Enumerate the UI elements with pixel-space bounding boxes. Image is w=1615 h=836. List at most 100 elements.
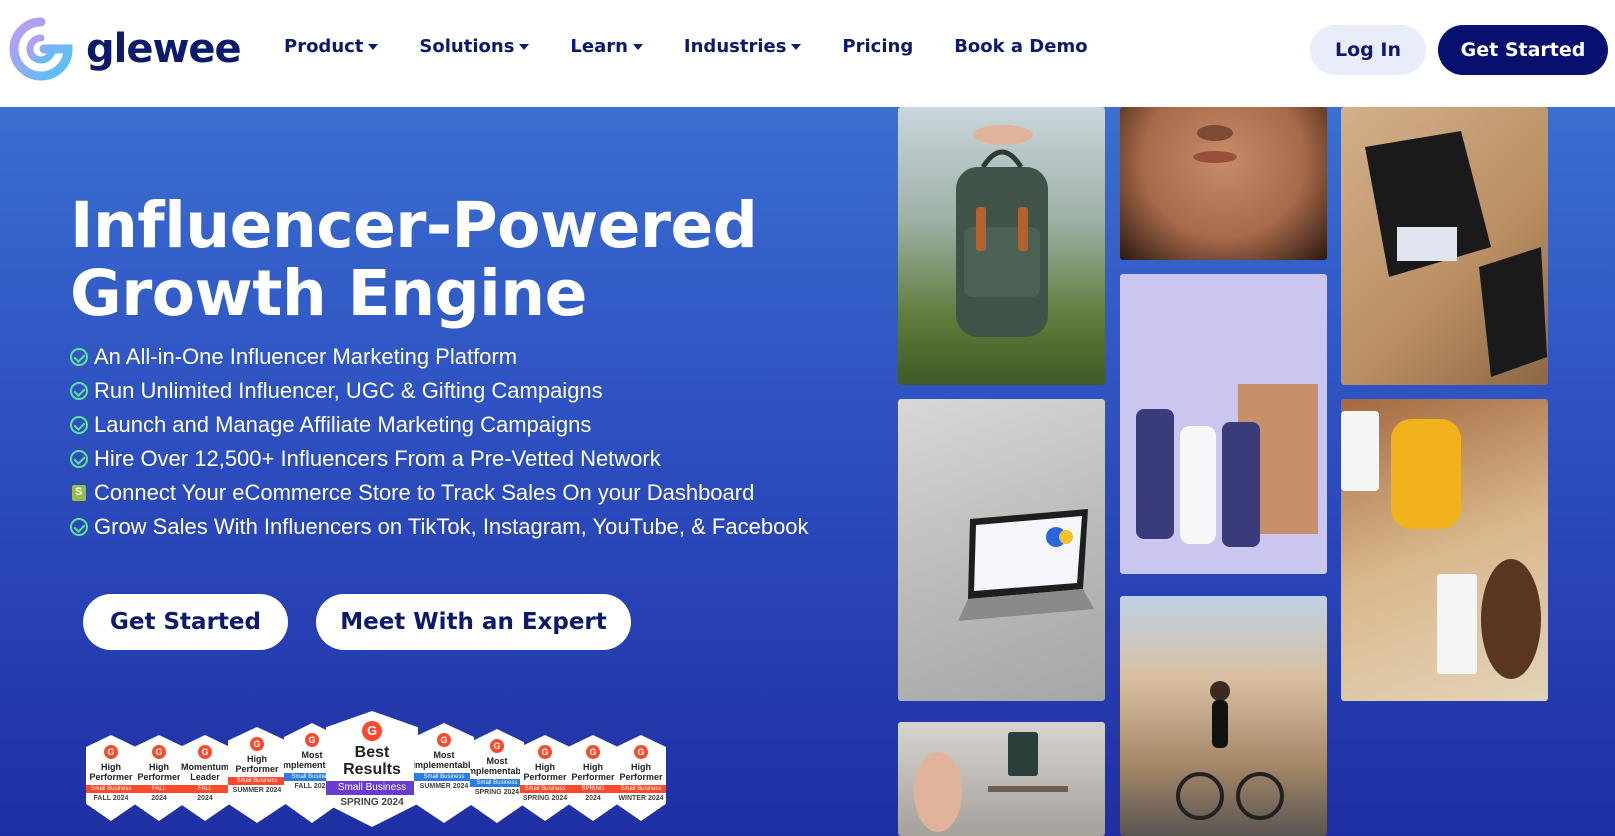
check-circle-icon <box>70 450 88 468</box>
feature-item: Run Unlimited Influencer, UGC & Gifting … <box>70 374 809 408</box>
top-nav: glewee Product Solutions Learn Industrie… <box>0 0 1615 107</box>
g2-logo-icon: G <box>362 721 382 741</box>
check-circle-icon <box>70 348 88 366</box>
g2-badge: G High Performer FALL 2024 <box>134 735 184 821</box>
g2-logo-icon: G <box>104 745 118 759</box>
nav-item-label: Solutions <box>419 36 515 57</box>
g2-badge: G High Performer Small Business SUMMER 2… <box>228 727 286 823</box>
g2-logo-icon: G <box>437 733 451 747</box>
photo-athlete <box>1341 399 1548 701</box>
g2-logo-icon: G <box>634 745 648 759</box>
g2-logo-icon: G <box>198 745 212 759</box>
chevron-down-icon <box>791 43 802 50</box>
badge-season: 2024 <box>151 795 167 802</box>
g2-logo-icon: G <box>538 745 552 759</box>
photo-laptop <box>898 399 1105 701</box>
g2-logo-icon: G <box>490 739 504 753</box>
nav-item-label: Learn <box>570 36 628 57</box>
brand-name: glewee <box>86 26 242 72</box>
nav-item-product[interactable]: Product <box>284 36 379 57</box>
feature-item: Launch and Manage Affiliate Marketing Ca… <box>70 408 809 442</box>
laptop-illustration <box>958 509 1094 621</box>
feature-item: An All-in-One Influencer Marketing Platf… <box>70 340 809 374</box>
badge-season: SUMMER 2024 <box>232 787 282 794</box>
g2-logo-icon: G <box>250 737 264 751</box>
glewee-logo-icon <box>9 17 73 81</box>
g2-badge: G Most Implementable Small Business SPRI… <box>470 729 524 823</box>
nav-item-pricing[interactable]: Pricing <box>842 36 913 57</box>
badge-season: SPRING 2024 <box>474 789 520 796</box>
feature-item: Grow Sales With Influencers on TikTok, I… <box>70 510 809 544</box>
g2-logo-icon: G <box>586 745 600 759</box>
badge-title: Momentum Leader <box>181 762 229 782</box>
photo-backpack <box>898 107 1105 385</box>
g2-badge: G Most Implementable Small Business SUMM… <box>414 723 474 823</box>
feature-item: Connect Your eCommerce Store to Track Sa… <box>70 476 809 510</box>
nav-item-label: Book a Demo <box>954 36 1088 57</box>
badge-stripe: FALL <box>134 785 184 793</box>
badge-stripe: Small Business <box>414 773 474 781</box>
shopify-bag-icon <box>72 485 86 501</box>
login-button[interactable]: Log In <box>1310 25 1426 75</box>
feature-text: Launch and Manage Affiliate Marketing Ca… <box>94 412 592 437</box>
hero-section: Influencer-Powered Growth Engine An All-… <box>0 107 1615 836</box>
hero-get-started-button[interactable]: Get Started <box>83 594 288 650</box>
chevron-down-icon <box>519 43 530 50</box>
feature-item: Hire Over 12,500+ Influencers From a Pre… <box>70 442 809 476</box>
badge-title: High Performer <box>523 762 567 782</box>
check-circle-icon <box>70 518 88 536</box>
g2-badge: G High Performer Small Business FALL 202… <box>86 735 136 821</box>
main-menu: Product Solutions Learn Industries Prici… <box>284 36 1129 57</box>
g2-badge: G High Performer Small Business SPRING 2… <box>520 735 570 821</box>
chevron-down-icon <box>632 43 643 50</box>
nav-item-label: Product <box>284 36 364 57</box>
coffee-illustration <box>914 732 1068 832</box>
g2-badge: G High Performer SPRING 2024 <box>568 735 618 821</box>
badge-title: High Performer <box>619 762 663 782</box>
badge-stripe: Small Business <box>470 779 524 787</box>
badge-title: Most Implementable <box>465 756 529 776</box>
photo-skin <box>1120 107 1327 260</box>
badge-season: FALL 2024 <box>93 795 129 802</box>
g2-logo-icon: G <box>305 733 319 747</box>
photo-skincare <box>1120 274 1327 574</box>
badge-stripe: FALL <box>180 785 230 793</box>
badge-season: SUMMER 2024 <box>419 783 469 790</box>
badge-stripe: Small Business <box>86 785 136 793</box>
badge-season: SPRING 2024 <box>340 797 404 808</box>
headline-line-1: Influencer-Powered <box>70 189 758 262</box>
face-illustration <box>1193 125 1237 163</box>
feature-text: Run Unlimited Influencer, UGC & Gifting … <box>94 378 603 403</box>
badge-title: Most Implementable <box>412 750 476 770</box>
badge-season: SPRING 2024 <box>522 795 568 802</box>
chevron-down-icon <box>368 43 379 50</box>
badge-season: 2024 <box>197 795 213 802</box>
feature-list: An All-in-One Influencer Marketing Platf… <box>70 340 809 544</box>
nav-get-started-button[interactable]: Get Started <box>1438 25 1608 75</box>
badge-title: High Performer <box>89 762 133 782</box>
nav-item-label: Industries <box>683 36 787 57</box>
logo[interactable]: glewee <box>8 16 242 82</box>
skincare-illustration <box>1136 384 1318 547</box>
nav-item-learn[interactable]: Learn <box>570 36 643 57</box>
badge-title: High Performer <box>235 754 279 774</box>
badge-title: Best Results <box>343 744 401 778</box>
backpack-illustration <box>956 125 1048 337</box>
badge-stripe: Small Business <box>520 785 570 793</box>
feature-text: Grow Sales With Influencers on TikTok, I… <box>94 514 809 539</box>
badge-title: High Performer <box>571 762 615 782</box>
nav-item-solutions[interactable]: Solutions <box>419 36 530 57</box>
nav-item-label: Pricing <box>842 36 914 57</box>
headline-line-2: Growth Engine <box>70 257 587 330</box>
g2-badge: G High Performer Small Business WINTER 2… <box>616 735 666 821</box>
photo-cyclist <box>1120 596 1327 836</box>
box-illustration <box>1365 131 1547 377</box>
photo-box <box>1341 107 1548 385</box>
check-circle-icon <box>70 382 88 400</box>
meet-expert-button[interactable]: Meet With an Expert <box>316 594 631 650</box>
nav-item-book-demo[interactable]: Book a Demo <box>954 36 1087 57</box>
badge-season: WINTER 2024 <box>618 795 664 802</box>
nav-item-industries[interactable]: Industries <box>684 36 802 57</box>
badge-title: High Performer <box>137 762 181 782</box>
badge-season: 2024 <box>585 795 601 802</box>
